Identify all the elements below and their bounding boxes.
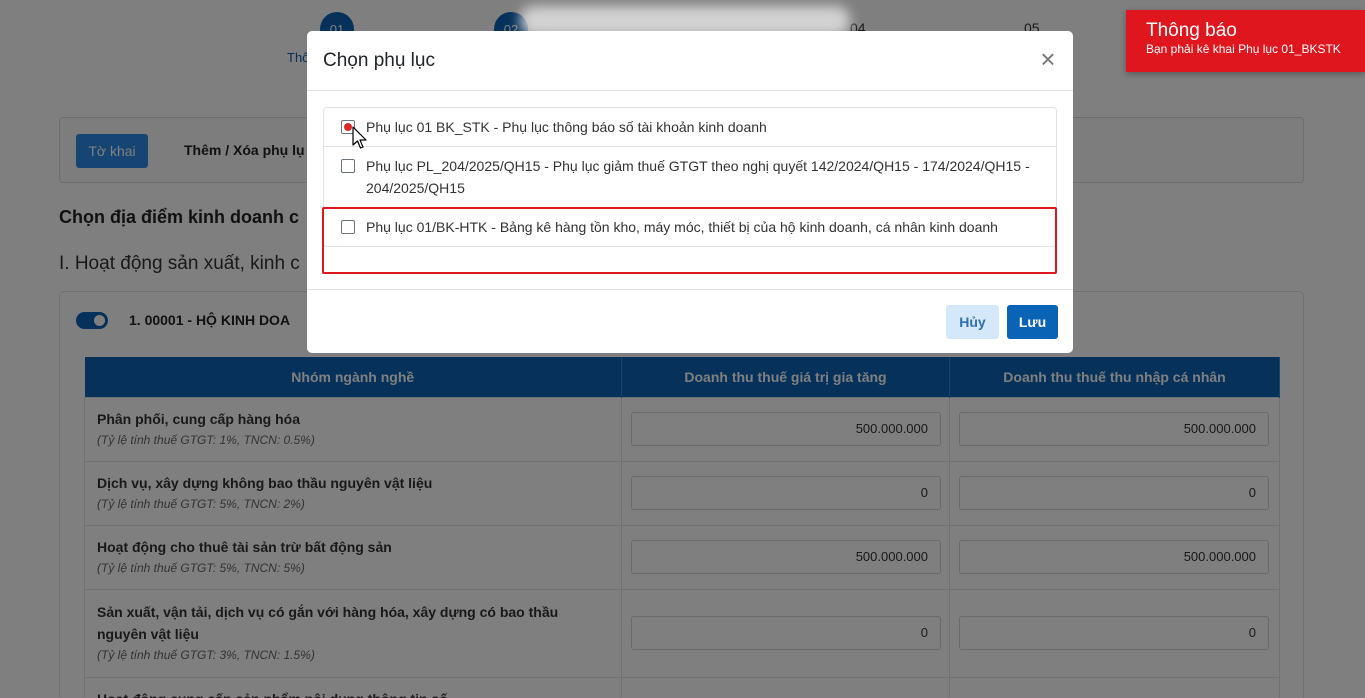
save-button[interactable]: Lưu — [1007, 305, 1058, 339]
notification-toast[interactable]: Thông báo Bạn phải kê khai Phụ lục 01_BK… — [1126, 10, 1365, 72]
appendix-checkbox-bk-htk[interactable] — [341, 220, 355, 234]
cancel-button[interactable]: Hủy — [946, 305, 999, 339]
dialog-header: Chọn phụ lục × — [307, 31, 1073, 91]
appendix-label: Phụ lục 01 BK_STK - Phụ lục thông báo số… — [366, 119, 767, 135]
mouse-cursor-icon — [352, 126, 367, 149]
toast-title: Thông báo — [1146, 20, 1237, 41]
appendix-option-bk-htk[interactable]: Phụ lục 01/BK-HTK - Bảng kê hàng tồn kho… — [324, 207, 1056, 246]
appendix-label: Phụ lục PL_204/2025/QH15 - Phụ lục giảm … — [366, 158, 1030, 196]
select-appendix-dialog: Chọn phụ lục × Phụ lục 01 BK_STK - Phụ l… — [307, 31, 1073, 353]
dialog-footer: Hủy Lưu — [307, 289, 1073, 353]
toast-message: Bạn phải kê khai Phụ lục 01_BKSTK — [1146, 42, 1341, 56]
close-icon[interactable]: × — [1035, 46, 1061, 73]
appendix-checkbox-pl-204[interactable] — [341, 159, 355, 173]
appendix-option-pl-204[interactable]: Phụ lục PL_204/2025/QH15 - Phụ lục giảm … — [324, 146, 1056, 207]
appendix-label: Phụ lục 01/BK-HTK - Bảng kê hàng tồn kho… — [366, 219, 998, 235]
appendix-option-bk-stk[interactable]: Phụ lục 01 BK_STK - Phụ lục thông báo số… — [324, 108, 1056, 146]
dialog-title: Chọn phụ lục — [323, 50, 435, 71]
appendix-list: Phụ lục 01 BK_STK - Phụ lục thông báo số… — [323, 107, 1057, 247]
